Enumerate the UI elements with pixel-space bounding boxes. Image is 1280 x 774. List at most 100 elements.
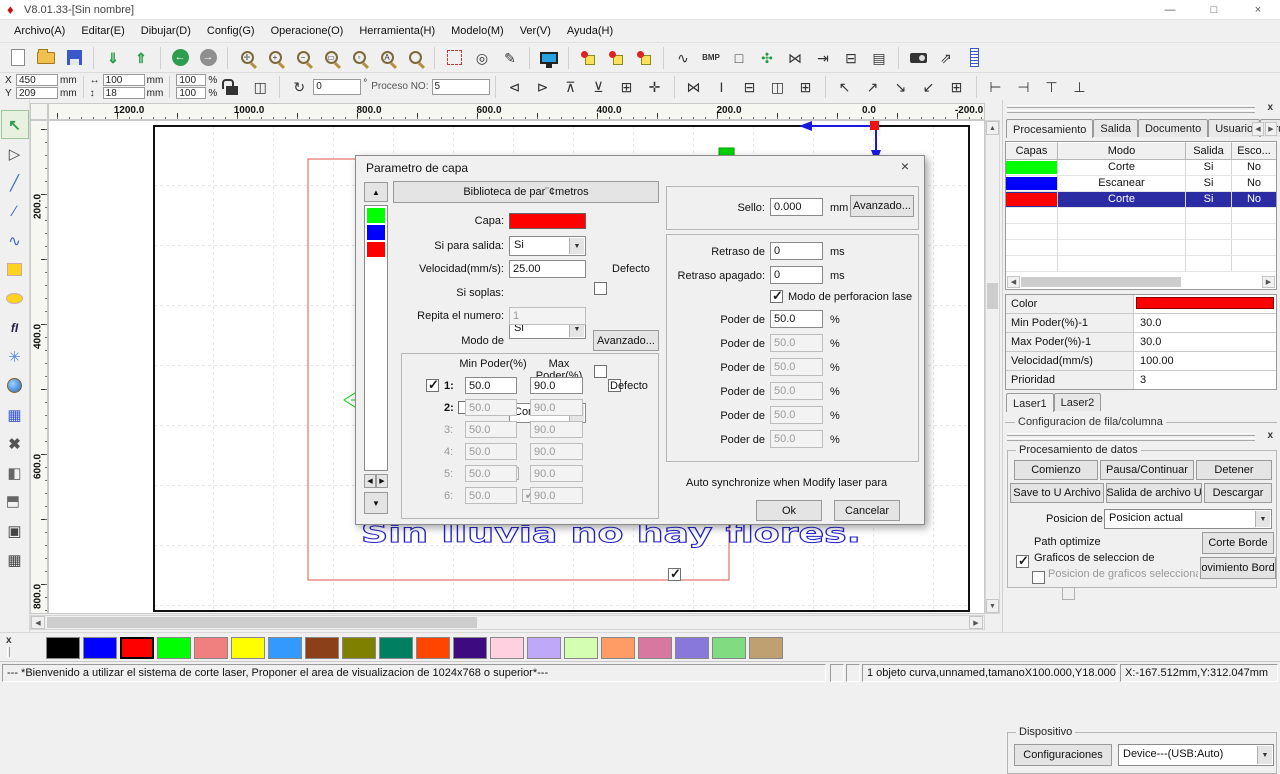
ok-button[interactable]: Ok: [756, 500, 822, 521]
max-poder-6-input[interactable]: [530, 487, 583, 504]
zoom-fit-button[interactable]: ✛: [234, 45, 260, 71]
redo-button[interactable]: →: [195, 45, 221, 71]
close-button[interactable]: ×: [1236, 0, 1280, 20]
menu-archivo[interactable]: Archivo(A): [6, 22, 73, 40]
detener-button[interactable]: Detener: [1196, 460, 1272, 480]
projector-button[interactable]: [905, 45, 931, 71]
dropdown-arrow-icon[interactable]: ▼: [1257, 746, 1272, 764]
scroll-down-button[interactable]: ▼: [986, 599, 999, 613]
path-optimize-checkbox[interactable]: [1016, 553, 1029, 569]
layers-scroll-left[interactable]: ◀: [1007, 276, 1020, 288]
distribute-h-button[interactable]: ⋈: [681, 74, 707, 100]
scale-y-input[interactable]: [176, 87, 207, 99]
horizontal-scroll-thumb[interactable]: [47, 617, 477, 628]
scroll-up-button[interactable]: ▲: [986, 121, 999, 135]
ellipse-tool[interactable]: [1, 284, 29, 313]
sello-input[interactable]: [770, 198, 823, 216]
menu-editar[interactable]: Editar(E): [73, 22, 132, 40]
minimize-button[interactable]: —: [1148, 0, 1192, 20]
zoom-in-button[interactable]: +: [262, 45, 288, 71]
same-height-button[interactable]: ◫: [765, 74, 791, 100]
palette-color-selected[interactable]: [120, 637, 154, 659]
vertical-ruler-button[interactable]: [961, 45, 987, 71]
zoom-all-button[interactable]: A: [374, 45, 400, 71]
same-size-button[interactable]: ⊞: [793, 74, 819, 100]
delete-tool[interactable]: ✖: [1, 429, 29, 458]
palette-color[interactable]: [416, 637, 450, 659]
palette-color[interactable]: [268, 637, 302, 659]
palette-color[interactable]: [157, 637, 191, 659]
palette-close-icon[interactable]: x: [6, 635, 12, 646]
pen-button[interactable]: ✎: [497, 45, 523, 71]
poder-1-input[interactable]: [770, 310, 823, 328]
polyline-tool[interactable]: ∕: [1, 197, 29, 226]
layer-down-button[interactable]: ▼: [364, 492, 388, 514]
graficos-checkbox[interactable]: [1032, 571, 1046, 584]
zoom-page-button[interactable]: ▭: [318, 45, 344, 71]
wand-button[interactable]: ⇗: [933, 45, 959, 71]
library-button[interactable]: Biblioteca de par¨¢metros: [393, 181, 659, 203]
select-tool[interactable]: ↖: [0, 110, 29, 139]
poder-4-input[interactable]: [770, 382, 823, 400]
col-esco[interactable]: Esco...: [1232, 142, 1276, 160]
min-poder-6-input[interactable]: [465, 487, 517, 504]
velocidad-input[interactable]: [509, 260, 586, 278]
lock-ratio-button[interactable]: [219, 74, 245, 100]
select-frame-button[interactable]: [441, 45, 467, 71]
new-file-button[interactable]: [5, 45, 31, 71]
point-tool[interactable]: ✳: [1, 342, 29, 371]
dropdown-arrow-icon[interactable]: ▼: [569, 238, 584, 254]
preview-button[interactable]: [536, 45, 562, 71]
flip-v-button[interactable]: ⊳: [530, 74, 556, 100]
scroll-left-button[interactable]: ◀: [31, 616, 45, 629]
rectangle-tool[interactable]: [1, 255, 29, 284]
text-tool[interactable]: fI: [1, 313, 29, 342]
edge-left-button[interactable]: ⊢: [983, 74, 1009, 100]
palette-color[interactable]: [564, 637, 598, 659]
palette-color[interactable]: [601, 637, 635, 659]
poder-2-input[interactable]: [770, 334, 823, 352]
curve-smooth-button[interactable]: ∿: [670, 45, 696, 71]
x-input[interactable]: [16, 74, 58, 86]
vertical-scrollbar[interactable]: ▲ ▼: [985, 120, 1000, 614]
vertical-scroll-thumb[interactable]: [987, 283, 998, 309]
mark-position-3-button[interactable]: [631, 45, 657, 71]
palette-color[interactable]: [342, 637, 376, 659]
align-bottom-left-button[interactable]: ↙: [916, 74, 942, 100]
layer-up-button[interactable]: ▲: [364, 182, 388, 202]
align-top-button[interactable]: ⊼: [558, 74, 584, 100]
layer-row-selected[interactable]: Corte Si No: [1006, 192, 1276, 208]
align-bottom-right-button[interactable]: ↘: [888, 74, 914, 100]
bmp-button[interactable]: BMP: [698, 45, 724, 71]
perforacion-checkbox[interactable]: [770, 288, 783, 304]
proceso-input[interactable]: [431, 78, 490, 95]
rectangle-check-button[interactable]: □: [726, 45, 752, 71]
pausa-continuar-button[interactable]: Pausa/Continuar: [1100, 460, 1194, 480]
layer-row[interactable]: Corte Si No: [1006, 160, 1276, 176]
prop-row[interactable]: Prioridad 3: [1006, 371, 1276, 389]
scale-x-input[interactable]: [176, 74, 207, 86]
layer-row[interactable]: Escanear Si No: [1006, 176, 1276, 192]
poder-3-input[interactable]: [770, 358, 823, 376]
menu-herramienta[interactable]: Herramienta(H): [351, 22, 443, 40]
panel-close-icon[interactable]: x: [1267, 102, 1273, 113]
measure-button[interactable]: ⇥: [810, 45, 836, 71]
prop-row-color[interactable]: Color: [1006, 295, 1276, 314]
layer-scroll-right[interactable]: ▶: [376, 474, 388, 488]
panel-grip-2[interactable]: x: [1003, 430, 1280, 444]
velocidad-defecto-checkbox[interactable]: [594, 282, 607, 295]
flip-h-button[interactable]: ⊲: [502, 74, 528, 100]
movimiento-borde-button[interactable]: ovimiento Bord: [1200, 557, 1276, 579]
mirror-v-tool[interactable]: ◧: [1, 487, 29, 516]
min-poder-5-input[interactable]: [465, 465, 517, 482]
menu-ver[interactable]: Ver(V): [512, 22, 559, 40]
dialog-close-button[interactable]: ×: [894, 158, 916, 176]
retraso-de-input[interactable]: [770, 242, 823, 260]
center-canvas-button[interactable]: ⊞: [944, 74, 970, 100]
min-poder-1-input[interactable]: [465, 377, 517, 394]
si-para-salida-dropdown[interactable]: Si ▼: [509, 236, 586, 256]
palette-color[interactable]: [305, 637, 339, 659]
edge-bottom-button[interactable]: ⊥: [1067, 74, 1093, 100]
save-to-u-button[interactable]: Save to U Archivo: [1010, 483, 1104, 503]
rotate-input[interactable]: [313, 78, 362, 95]
